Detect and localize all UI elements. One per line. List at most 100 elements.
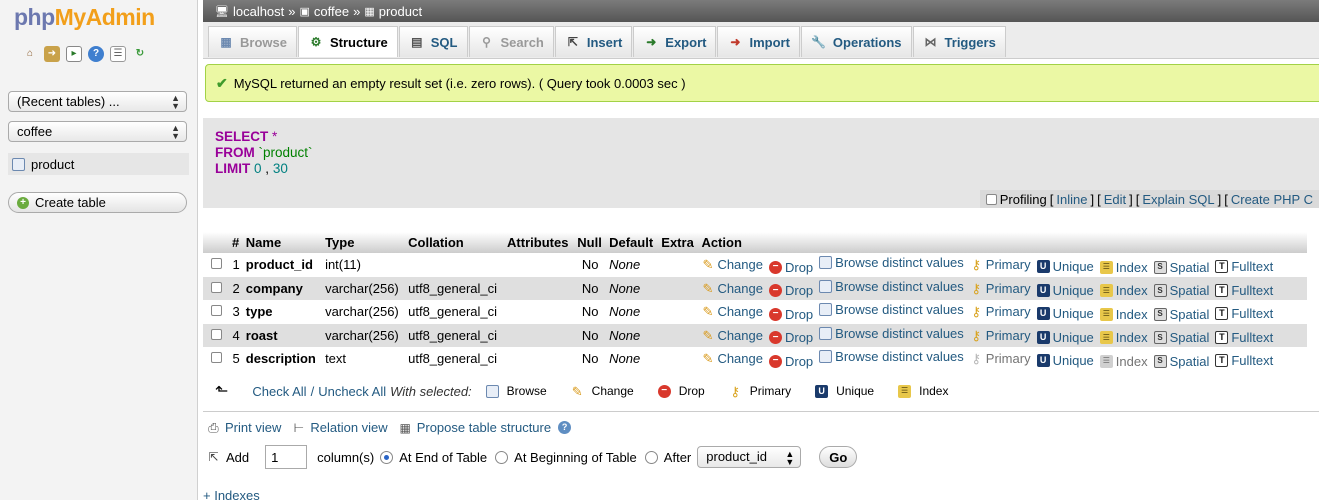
spatial-action[interactable]: S Spatial [1153,354,1209,369]
tab-search[interactable]: ⚲ Search [468,26,554,57]
index-action[interactable]: ☰ Index [1099,354,1148,369]
row-checkbox[interactable] [211,352,222,364]
edit-link[interactable]: Edit [1104,192,1126,207]
relation-view-link[interactable]: Relation view [310,420,387,435]
create-table-button[interactable]: + Create table [8,192,187,213]
column-actions: ✎ Change − Drop Browse distinct values ⚷ Prima… [698,347,1307,371]
primary-action[interactable]: ⚷ Primary [970,281,1031,296]
inline-link[interactable]: Inline [1056,192,1087,207]
help-icon[interactable]: ? [88,46,104,62]
recent-tables-select[interactable]: (Recent tables) ... ▲ ▼ [8,91,187,112]
create-php-link[interactable]: Create PHP C [1231,192,1313,207]
go-button[interactable]: Go [819,446,858,468]
index-action[interactable]: ☰ Index [1099,330,1148,345]
docs-icon[interactable]: ☰ [110,46,126,62]
at-beginning-radio[interactable] [495,450,509,464]
tab-structure[interactable]: ⚙ Structure [297,26,398,57]
change-action[interactable]: ✎ Change [701,281,763,296]
with-selected-bar: ⬑ Check All / Uncheck All With selected:… [215,380,972,402]
propose-structure-link[interactable]: Propose table structure [417,420,551,435]
row-checkbox[interactable] [211,281,222,293]
explain-sql-link[interactable]: Explain SQL [1142,192,1214,207]
after-radio[interactable] [644,450,658,464]
spatial-action[interactable]: S Spatial [1153,307,1209,322]
browse-action[interactable]: Browse distinct values [819,326,964,341]
home-icon[interactable]: ⌂ [22,46,38,62]
breadcrumb-database[interactable]: coffee [314,4,349,19]
browse-action[interactable]: Browse distinct values [819,349,964,364]
row-checkbox[interactable] [211,258,222,270]
tab-insert[interactable]: ⇱ Insert [554,26,633,57]
unique-action[interactable]: U Unique [1036,330,1094,345]
fulltext-action[interactable]: T Fulltext [1215,283,1273,298]
print-view-link[interactable]: Print view [225,420,281,435]
fulltext-action[interactable]: T Fulltext [1215,353,1273,368]
spatial-action[interactable]: S Spatial [1153,260,1209,275]
tab-import[interactable]: ➜ Import [717,26,800,57]
browse-action[interactable]: Browse distinct values [819,279,964,294]
fulltext-action[interactable]: T Fulltext [1215,330,1273,345]
bulk-browse-button[interactable]: Browse [485,384,547,398]
recent-tables-value: (Recent tables) ... [17,94,120,109]
change-action[interactable]: ✎ Change [701,351,763,366]
primary-action[interactable]: ⚷ Primary [970,328,1031,343]
primary-action[interactable]: ⚷ Primary [970,257,1031,272]
sql-query[interactable]: SELECT * FROM `product` LIMIT 0 , 30 [215,129,313,177]
drop-action[interactable]: − Drop [768,307,813,322]
drop-action[interactable]: − Drop [768,354,813,369]
unique-action[interactable]: U Unique [1036,353,1094,368]
query-window-icon[interactable]: ▸ [66,46,82,62]
spatial-action[interactable]: S Spatial [1153,283,1209,298]
bulk-index-button[interactable]: ☰ Index [898,384,948,398]
check-all-link[interactable]: Check All [252,384,306,399]
row-checkbox[interactable] [211,328,222,340]
index-action[interactable]: ☰ Index [1099,283,1148,298]
bulk-change-button[interactable]: ✎ Change [571,384,634,398]
uncheck-all-link[interactable]: Uncheck All [318,384,386,399]
bulk-primary-button[interactable]: ⚷ Primary [729,384,791,398]
indexes-toggle-link[interactable]: + Indexes [203,488,260,500]
database-icon: ▣ [299,5,310,18]
unique-action[interactable]: U Unique [1036,283,1094,298]
drop-action[interactable]: − Drop [768,260,813,275]
column-collation: utf8_general_ci [405,323,505,347]
tab-browse[interactable]: ▦ Browse [208,26,297,57]
index-action[interactable]: ☰ Index [1099,307,1148,322]
breadcrumb-table[interactable]: product [379,4,422,19]
profiling-checkbox[interactable] [985,193,997,205]
index-action[interactable]: ☰ Index [1099,260,1148,275]
add-column-count-input[interactable] [265,445,308,469]
spatial-action[interactable]: S Spatial [1153,330,1209,345]
unique-action[interactable]: U Unique [1036,306,1094,321]
change-action[interactable]: ✎ Change [701,257,763,272]
tab-triggers[interactable]: ⋈ Triggers [912,26,1006,57]
database-select[interactable]: coffee ▲ ▼ [8,121,187,142]
pencil-icon: ✎ [702,327,714,343]
unique-action[interactable]: U Unique [1036,259,1094,274]
change-action[interactable]: ✎ Change [701,328,763,343]
browse-action[interactable]: Browse distinct values [819,255,964,270]
phpmyadmin-logo[interactable]: phpMyAdmin [14,4,155,31]
help-icon[interactable]: ? [558,421,572,434]
breadcrumb-server[interactable]: localhost [233,4,284,19]
fulltext-action[interactable]: T Fulltext [1215,259,1273,274]
drop-action[interactable]: − Drop [768,283,813,298]
bulk-unique-button[interactable]: U Unique [815,384,874,398]
fulltext-action[interactable]: T Fulltext [1215,306,1273,321]
reload-icon[interactable]: ↻ [132,46,148,62]
exit-icon[interactable]: ➜ [44,46,60,62]
sql-keyword-limit: LIMIT [215,161,251,176]
at-end-radio[interactable] [380,450,394,464]
primary-action[interactable]: ⚷ Primary [970,304,1031,319]
drop-action[interactable]: − Drop [768,330,813,345]
nav-table-item-product[interactable]: product [8,153,189,175]
change-action[interactable]: ✎ Change [701,304,763,319]
tab-sql[interactable]: ▤ SQL [398,26,468,57]
browse-action[interactable]: Browse distinct values [819,302,964,317]
primary-action[interactable]: ⚷ Primary [970,351,1031,366]
tab-operations[interactable]: 🔧 Operations [800,26,912,57]
tab-export[interactable]: ➜ Export [633,26,717,57]
bulk-drop-button[interactable]: − Drop [657,384,705,398]
row-checkbox[interactable] [211,305,222,317]
after-column-select[interactable]: product_id ▲ ▼ [697,446,802,468]
